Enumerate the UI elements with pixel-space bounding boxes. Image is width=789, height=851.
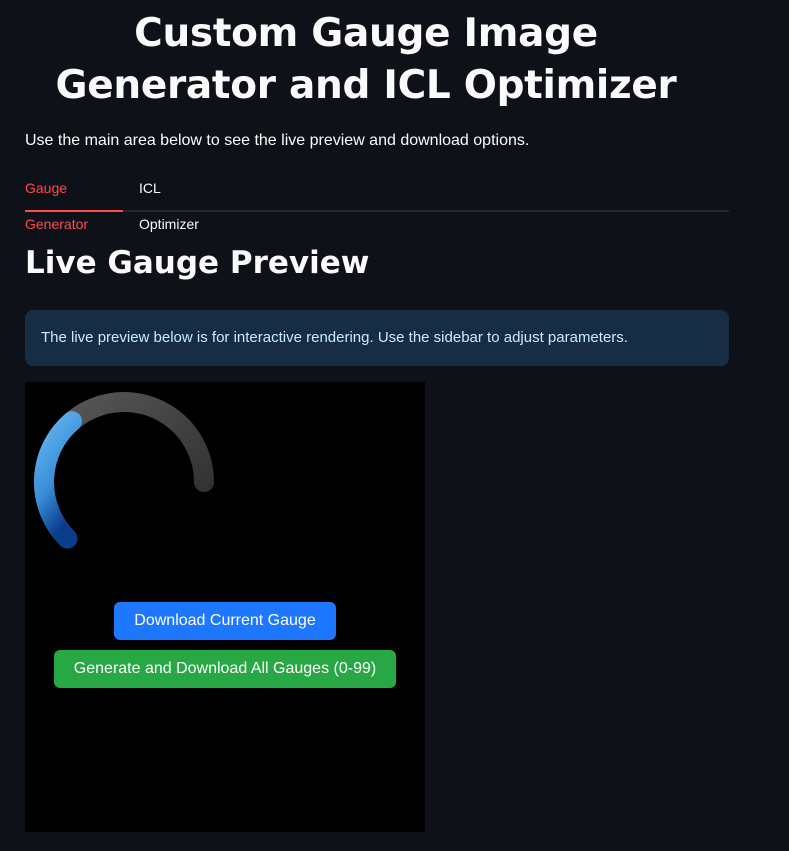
info-alert: The live preview below is for interactiv…	[25, 310, 729, 366]
download-all-gauges-button[interactable]: Generate and Download All Gauges (0-99)	[54, 650, 396, 688]
gauge-svg	[34, 392, 214, 549]
tab-gauge-generator[interactable]: Gauge Generator	[25, 170, 123, 232]
tab-icl-optimizer[interactable]: ICL Optimizer	[139, 170, 219, 232]
gauge-preview: Download Current Gauge Generate and Down…	[25, 382, 425, 832]
page-subtitle: Use the main area below to see the live …	[25, 132, 530, 149]
gauge-fill	[34, 411, 83, 549]
download-current-gauge-button[interactable]: Download Current Gauge	[114, 602, 336, 640]
page-title: Custom Gauge Image Generator and ICL Opt…	[55, 11, 677, 108]
tab-bar: Gauge Generator ICL Optimizer	[25, 170, 729, 232]
info-alert-text: The live preview below is for interactiv…	[41, 329, 628, 346]
section-heading: Live Gauge Preview	[25, 245, 370, 281]
